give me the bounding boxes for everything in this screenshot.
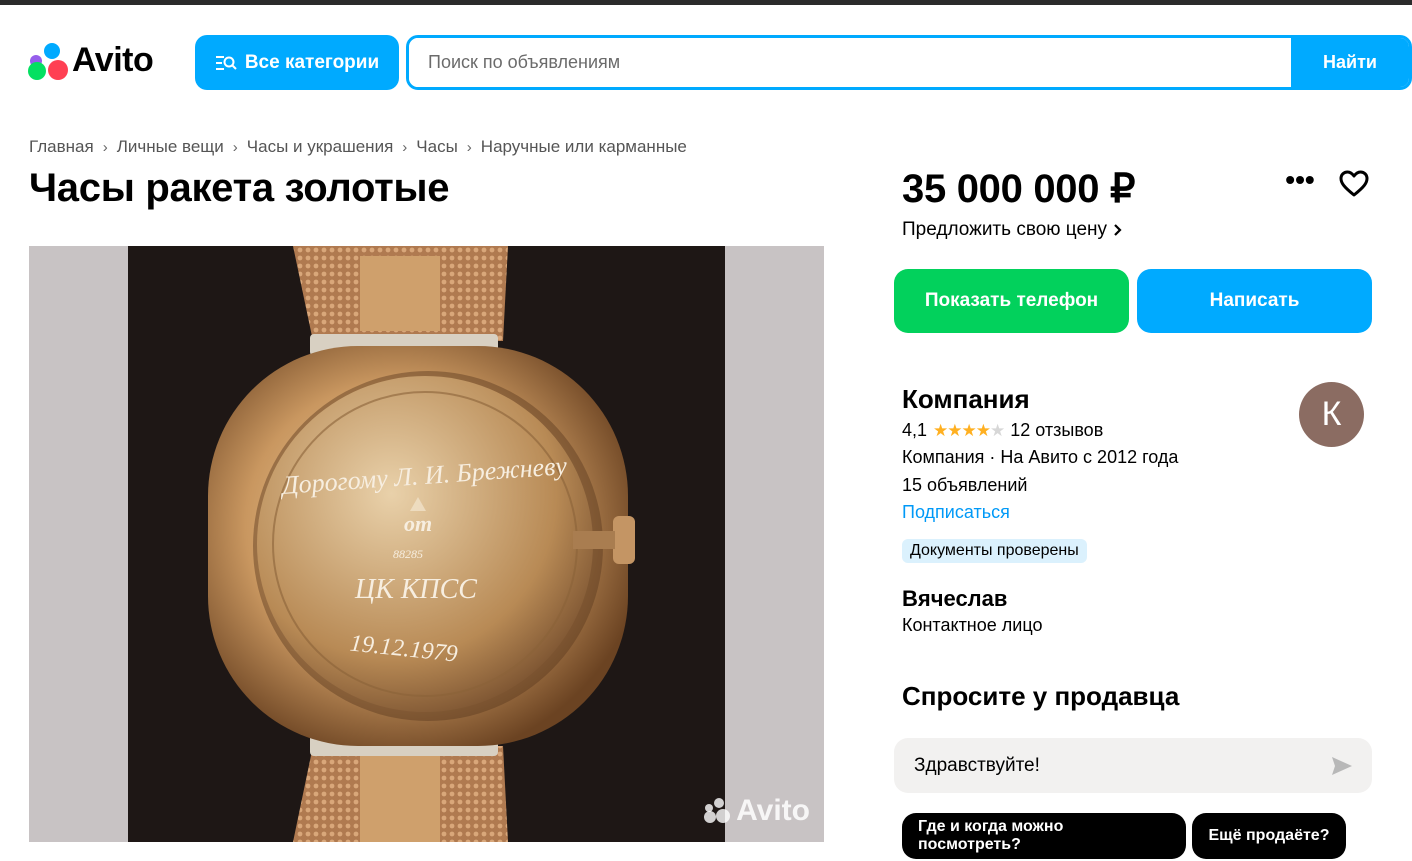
- breadcrumb-item[interactable]: Главная: [29, 137, 94, 157]
- watermark-dots-icon: [704, 798, 731, 823]
- chevron-right-icon: ›: [102, 138, 108, 156]
- watermark: Avito: [704, 794, 810, 828]
- seller-ads-count[interactable]: 15 объявлений: [902, 475, 1027, 496]
- seller-meta: Компания · На Авито с 2012 года: [902, 447, 1179, 467]
- more-options-icon[interactable]: •••: [1284, 166, 1316, 198]
- seller-name[interactable]: Компания: [902, 384, 1030, 415]
- send-icon[interactable]: [1330, 754, 1354, 778]
- logo-dots-icon: [28, 40, 68, 80]
- all-categories-label: Все категории: [244, 51, 380, 73]
- search-button[interactable]: Найти: [1291, 38, 1409, 87]
- chevron-right-icon: ›: [402, 138, 408, 156]
- price: 35 000 000 ₽: [902, 167, 1136, 211]
- rating-value: 4,1: [902, 420, 928, 440]
- show-phone-button[interactable]: Показать телефон: [894, 269, 1129, 333]
- breadcrumb-item[interactable]: Часы: [416, 137, 458, 157]
- chevron-right-icon: [1114, 224, 1122, 236]
- logo-text: Avito: [72, 40, 154, 79]
- engraving-from: от: [404, 511, 432, 536]
- chevron-right-icon: ›: [466, 138, 472, 156]
- offer-price-link[interactable]: Предложить свою цену: [902, 219, 1123, 241]
- breadcrumb: Главная › Личные вещи › Часы и украшения…: [29, 137, 687, 157]
- subscribe-link[interactable]: Подписаться: [902, 502, 1010, 523]
- all-categories-button[interactable]: Все категории: [195, 35, 399, 90]
- watch-image: Дорогому Л. И. Брежневу от 88285 ЦК КПСС…: [128, 246, 725, 842]
- quick-question-chip[interactable]: Ещё продаёте?: [1192, 813, 1346, 859]
- offer-price-label: Предложить свою цену: [902, 219, 1108, 240]
- avito-logo[interactable]: Avito: [28, 40, 154, 80]
- contact-role: Контактное лицо: [902, 615, 1043, 635]
- listing-photo[interactable]: Дорогому Л. И. Брежневу от 88285 ЦК КПСС…: [29, 246, 824, 842]
- search-bar: Найти: [406, 35, 1412, 90]
- chevron-right-icon: ›: [232, 138, 238, 156]
- listing-title: Часы ракета золотые: [29, 166, 450, 210]
- documents-verified-badge: Документы проверены: [902, 539, 1087, 563]
- message-input[interactable]: Здравствуйте!: [894, 738, 1372, 793]
- reviews-count: 12 отзывов: [1010, 420, 1104, 440]
- seller-rating[interactable]: 4,1 ★★★★★ 12 отзывов: [902, 420, 1103, 441]
- menu-search-icon: [215, 55, 237, 70]
- watch-illustration: Дорогому Л. И. Брежневу от 88285 ЦК КПСС…: [128, 246, 725, 842]
- search-input[interactable]: [409, 38, 1291, 87]
- engraving-org: ЦК КПСС: [354, 574, 477, 605]
- engraving-number: 88285: [393, 547, 423, 561]
- favorite-heart-icon[interactable]: [1338, 168, 1370, 200]
- message-text: Здравствуйте!: [914, 754, 1040, 776]
- contact-name: Вячеслав: [902, 586, 1008, 611]
- avatar[interactable]: К: [1299, 382, 1364, 447]
- breadcrumb-item[interactable]: Часы и украшения: [247, 137, 393, 157]
- top-border: [0, 0, 1412, 5]
- ask-seller-title: Спросите у продавца: [902, 681, 1180, 711]
- breadcrumb-item[interactable]: Личные вещи: [117, 137, 224, 157]
- write-message-button[interactable]: Написать: [1137, 269, 1372, 333]
- watermark-text: Avito: [736, 794, 810, 827]
- quick-question-chip[interactable]: Где и когда можно посмотреть?: [902, 813, 1186, 859]
- rating-stars-icon: ★★★★★: [933, 420, 1005, 440]
- breadcrumb-item[interactable]: Наручные или карманные: [481, 137, 687, 157]
